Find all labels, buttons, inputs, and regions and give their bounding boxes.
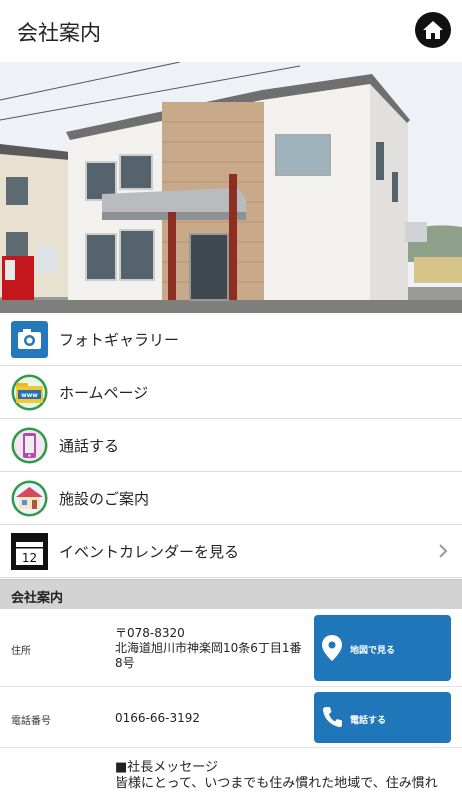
address-line-1: 北海道旭川市神楽岡10条6丁目1番 xyxy=(115,641,302,655)
postal-code: 〒078-8320 xyxy=(115,626,185,640)
phone-label: 電話番号 xyxy=(11,716,51,727)
svg-text:12: 12 xyxy=(22,551,37,565)
phone-handset-icon xyxy=(322,707,342,728)
phone-number: 0166-66-3192 xyxy=(115,711,201,725)
calendar-icon: 12 xyxy=(11,533,48,570)
address-label: 住所 xyxy=(11,646,31,657)
home-button[interactable] xyxy=(415,12,451,48)
menu-item-label: ホームページ xyxy=(59,384,149,402)
section-title: 会社案内 xyxy=(11,591,64,606)
address-line-2: 8号 xyxy=(115,656,135,670)
menu-item-facility[interactable]: 施設のご案内 xyxy=(0,472,462,525)
home-icon xyxy=(423,21,443,39)
menu-item-label: フォトギャラリー xyxy=(59,331,180,349)
phone-icon xyxy=(11,427,48,464)
house-icon xyxy=(11,480,48,517)
address-value: 〒078-8320 北海道旭川市神楽岡10条6丁目1番 8号 xyxy=(115,626,310,671)
menu-list: フォトギャラリー www ホームページ 通話する 施設のご案内 12 イベントカ… xyxy=(0,313,462,578)
app-header: 会社案内 xyxy=(0,0,462,62)
www-folder-icon: www xyxy=(11,374,48,411)
call-button[interactable]: 電話する xyxy=(314,692,451,743)
phone-row: 電話番号 0166-66-3192 電話する xyxy=(0,687,462,748)
menu-item-photo-gallery[interactable]: フォトギャラリー xyxy=(0,313,462,366)
view-map-label: 地図で見る xyxy=(350,646,396,656)
menu-item-homepage[interactable]: www ホームページ xyxy=(0,366,462,419)
map-pin-icon xyxy=(322,635,342,661)
menu-item-label: 施設のご案内 xyxy=(59,490,150,508)
menu-item-event-calendar[interactable]: 12 イベントカレンダーを見る xyxy=(0,525,462,578)
address-row: 住所 〒078-8320 北海道旭川市神楽岡10条6丁目1番 8号 地図で見る xyxy=(0,609,462,687)
camera-icon xyxy=(11,321,48,358)
message-heading: ■社長メッセージ xyxy=(115,760,219,775)
message-line: 皆様にとって、いつまでも住み慣れた地域で、住み慣れ xyxy=(115,776,438,791)
chevron-right-icon xyxy=(439,544,448,558)
svg-text:www: www xyxy=(21,392,38,399)
building-photo xyxy=(0,62,462,313)
president-message: ■社長メッセージ 皆様にとって、いつまでも住み慣れた地域で、住み慣れ xyxy=(115,760,455,792)
menu-item-label: 通話する xyxy=(59,437,120,455)
view-map-button[interactable]: 地図で見る xyxy=(314,615,451,681)
menu-item-call[interactable]: 通話する xyxy=(0,419,462,472)
call-label: 電話する xyxy=(350,716,387,726)
section-header: 会社案内 xyxy=(0,579,462,609)
menu-item-label: イベントカレンダーを見る xyxy=(59,543,240,561)
page-title: 会社案内 xyxy=(17,21,101,45)
